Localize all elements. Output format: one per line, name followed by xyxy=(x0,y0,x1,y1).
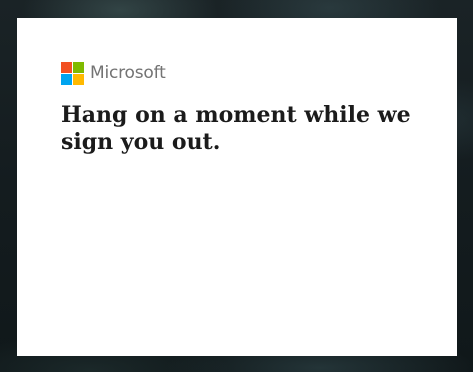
signout-dialog: Microsoft Hang on a moment while we sign… xyxy=(17,18,457,356)
microsoft-brand: Microsoft xyxy=(61,62,166,85)
logo-blue-square xyxy=(61,74,72,85)
microsoft-logo-icon xyxy=(61,62,84,85)
logo-red-square xyxy=(61,62,72,73)
signout-message: Hang on a moment while we sign you out. xyxy=(61,102,411,155)
logo-green-square xyxy=(73,62,84,73)
logo-yellow-square xyxy=(73,74,84,85)
brand-name: Microsoft xyxy=(90,63,166,83)
